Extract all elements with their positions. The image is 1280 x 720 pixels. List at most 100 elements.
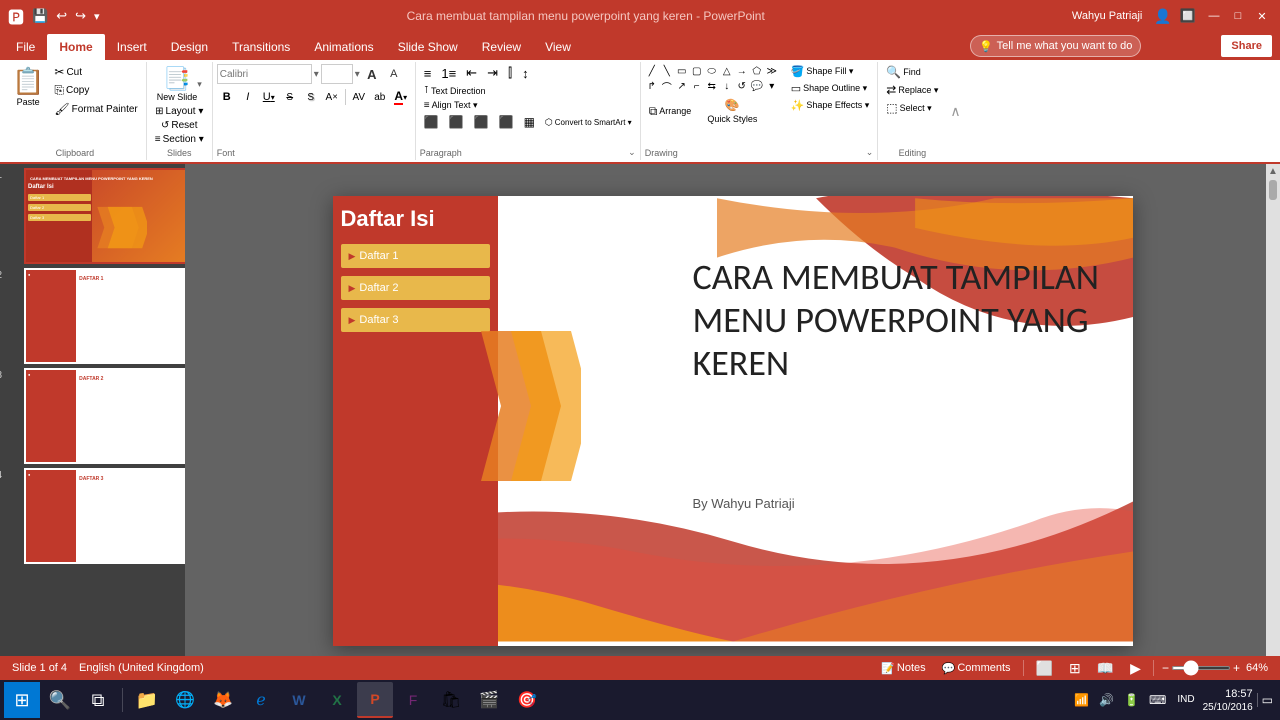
slideshow-button[interactable]: ▶ (1126, 660, 1145, 677)
more-align-button[interactable]: ▦ (520, 114, 539, 130)
taskview-button[interactable]: ⧉ (80, 682, 116, 718)
shape-curved-arrow[interactable]: ↺ (735, 79, 749, 93)
section-button[interactable]: ≡ Section ▾ (151, 133, 208, 146)
italic-button[interactable]: I (238, 87, 258, 107)
text-direction-button[interactable]: ⊺ Text Direction (420, 84, 490, 97)
shape-effects-button[interactable]: ✨ Shape Effects ▾ (787, 98, 874, 113)
select-button[interactable]: ⬚ Select ▾ (882, 100, 942, 116)
slide-thumb-4[interactable]: ● DAFTAR 3 (24, 468, 185, 564)
zoom-out-button[interactable]: − (1162, 661, 1169, 675)
font-color-dropdown-icon[interactable]: ▾ (403, 93, 407, 102)
slide-thumb-3[interactable]: ● DAFTAR 2 (24, 368, 185, 464)
firefox-icon[interactable]: 🦊 (205, 682, 241, 718)
copy-button[interactable]: ⎘ Copy (50, 82, 141, 99)
text-shadow-button[interactable]: S (301, 87, 321, 107)
minimize-button[interactable]: — (1204, 6, 1224, 26)
scroll-up-button[interactable]: ▲ (1266, 164, 1280, 179)
shape-connector[interactable]: ↗ (675, 79, 689, 93)
align-text-button[interactable]: ≡ Align Text ▾ (420, 99, 482, 112)
quick-redo-icon[interactable]: ↪ (75, 8, 86, 24)
numbering-button[interactable]: 1≡ (437, 65, 460, 82)
tab-design[interactable]: Design (159, 34, 220, 60)
paste-button[interactable]: 📋 Paste (8, 64, 48, 109)
shape-more[interactable]: ▾ (765, 79, 779, 93)
tab-slideshow[interactable]: Slide Show (386, 34, 470, 60)
align-center-button[interactable]: ⬛ (445, 114, 468, 130)
justify-button[interactable]: ⬛ (495, 114, 518, 130)
increase-indent-button[interactable]: ⇥ (483, 64, 502, 82)
share-button[interactable]: Share (1221, 35, 1272, 57)
chrome-icon[interactable]: 🌐 (167, 682, 203, 718)
tab-insert[interactable]: Insert (105, 34, 159, 60)
align-left-button[interactable]: ⬛ (420, 114, 443, 130)
file-explorer-icon[interactable]: 📁 (129, 682, 165, 718)
underline-button[interactable]: U▾ (259, 87, 279, 107)
ribbon-collapse-handle[interactable]: ∧ (946, 62, 964, 160)
start-button[interactable]: ⊞ (4, 682, 40, 718)
shape-line1[interactable]: ╱ (645, 64, 659, 78)
shape-bent[interactable]: ↱ (645, 79, 659, 93)
font-size-input[interactable] (321, 64, 353, 84)
shape-chevron[interactable]: ≫ (765, 64, 779, 78)
ie-icon[interactable]: ℯ (243, 682, 279, 718)
ribbon-collapse-icon[interactable]: 🔲 (1180, 8, 1196, 24)
notes-button[interactable]: 📝 Notes (877, 662, 929, 675)
canvas-area[interactable]: Daftar Isi Daftar 1 Daftar 2 Daftar 3 CA… (185, 164, 1280, 678)
shape-callout[interactable]: 💬 (750, 79, 764, 93)
shape-pentagon[interactable]: ⬠ (750, 64, 764, 78)
new-slide-dropdown-icon[interactable]: ▾ (197, 79, 202, 90)
search-button[interactable]: 🔍 (42, 682, 78, 718)
layout-button[interactable]: ⊞ Layout ▾ (151, 105, 207, 118)
excel-icon[interactable]: X (319, 682, 355, 718)
collapse-arrow-icon[interactable]: ∧ (950, 103, 960, 120)
cut-button[interactable]: ✂ Cut (50, 64, 141, 80)
store-icon[interactable]: 🛍 (433, 682, 469, 718)
shape-oval[interactable]: ⬭ (705, 64, 719, 78)
zoom-slider[interactable] (1171, 666, 1231, 670)
shape-curved[interactable]: ⌒ (660, 79, 674, 93)
paragraph-expand-icon[interactable]: ⌄ (628, 147, 636, 158)
bold-button[interactable]: B (217, 87, 237, 107)
format-painter-button[interactable]: 🖌 Format Painter (50, 101, 141, 117)
arrange-button[interactable]: ⧉ Arrange (645, 103, 696, 120)
quick-save-icon[interactable]: 💾 (32, 8, 48, 24)
normal-view-button[interactable]: ⬜ (1032, 660, 1057, 677)
font-size-dropdown-icon[interactable]: ▾ (355, 69, 360, 80)
shape-elbow[interactable]: ⌐ (690, 79, 704, 93)
tab-review[interactable]: Review (470, 34, 533, 60)
comments-button[interactable]: 💬 Comments (938, 662, 1015, 675)
daftar-3-btn[interactable]: Daftar 3 (341, 308, 490, 332)
extra-app-icon[interactable]: 🎯 (509, 682, 545, 718)
decrease-indent-button[interactable]: ⇤ (462, 64, 481, 82)
tab-home[interactable]: Home (47, 34, 104, 60)
slide-thumb-1[interactable]: CARA MEMBUAT TAMPILAN MENU POWERPOINT YA… (24, 168, 185, 264)
tell-me-input[interactable]: 💡 Tell me what you want to do (970, 35, 1141, 57)
text-highlight-button[interactable]: ab (370, 87, 390, 107)
tab-transitions[interactable]: Transitions (220, 34, 302, 60)
font-name-input[interactable] (217, 64, 312, 84)
shape-down-arrow[interactable]: ↓ (720, 79, 734, 93)
volume-icon[interactable]: 🔊 (1096, 693, 1117, 707)
shape-dbl-arrow[interactable]: ⇆ (705, 79, 719, 93)
shape-rounded-rect[interactable]: ▢ (690, 64, 704, 78)
font-shrink-button[interactable]: A (384, 64, 404, 84)
close-button[interactable]: ✕ (1252, 6, 1272, 26)
new-slide-button[interactable]: 📑 New Slide ▾ (153, 64, 206, 104)
font-color-button[interactable]: A ▾ (391, 87, 411, 107)
vertical-scrollbar[interactable]: ▲ ▼ (1266, 164, 1280, 678)
media-icon[interactable]: 🎬 (471, 682, 507, 718)
find-button[interactable]: 🔍 Find (882, 64, 942, 80)
align-right-button[interactable]: ⬛ (470, 114, 493, 130)
line-spacing-button[interactable]: ↕ (518, 65, 533, 82)
keyboard-icon[interactable]: ⌨ (1146, 693, 1169, 707)
reading-view-button[interactable]: 📖 (1093, 660, 1118, 677)
shape-rect[interactable]: ▭ (675, 64, 689, 78)
slide-sorter-button[interactable]: ⊞ (1065, 660, 1085, 677)
smartart-button[interactable]: ⬡ Convert to SmartArt ▾ (541, 116, 636, 129)
drawing-expand-icon[interactable]: ⌄ (866, 147, 874, 158)
clock-area[interactable]: 18:57 25/10/2016 (1203, 687, 1253, 712)
shape-fill-button[interactable]: 🪣 Shape Fill ▾ (787, 64, 874, 79)
quick-undo-icon[interactable]: ↩ (56, 8, 67, 24)
forms-icon[interactable]: F (395, 682, 431, 718)
daftar-2-btn[interactable]: Daftar 2 (341, 276, 490, 300)
